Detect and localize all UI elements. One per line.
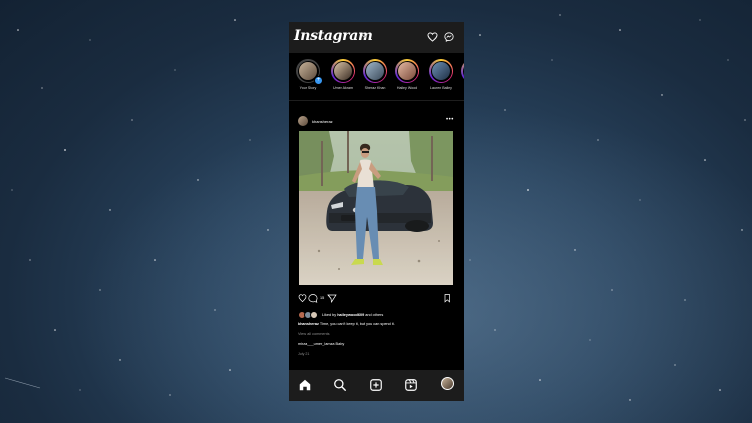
story-ring <box>461 59 464 83</box>
top-bar: Instagram <box>289 22 464 53</box>
caption-text: Time, you can't keep it, but you can spe… <box>319 322 395 326</box>
post-header: khansheraz <box>298 116 333 126</box>
avatar <box>366 62 384 80</box>
post-username[interactable]: khansheraz <box>312 119 333 124</box>
tagged-users[interactable]: mirza___umer_lamza Baby <box>298 342 344 346</box>
post-caption: khansheraz Time, you can't keep it, but … <box>298 322 395 326</box>
bottom-navigation <box>289 370 464 401</box>
story-lauren-bailey[interactable]: Lauren Bailey <box>426 59 456 90</box>
story-label: Lauren Bailey <box>430 86 452 90</box>
home-icon[interactable] <box>298 378 312 392</box>
liked-by-text: Liked by haileywood609 and others <box>322 313 383 317</box>
stories-tray[interactable]: + Your Story Umer Akram Sheraz Khan Hail… <box>289 59 464 99</box>
liked-by-prefix: Liked by <box>322 313 338 317</box>
more-options-icon[interactable]: ••• <box>446 117 454 123</box>
story-label: Hailey Wood <box>396 86 418 90</box>
story-label: Umer Akram <box>333 86 353 90</box>
avatar <box>310 311 318 319</box>
liked-by-suffix: and others <box>364 313 384 317</box>
avatar <box>398 62 416 80</box>
view-all-comments-link[interactable]: View all comments <box>298 332 330 336</box>
add-story-icon[interactable]: + <box>314 76 323 85</box>
story-ring <box>363 59 387 83</box>
story-ring <box>331 59 355 83</box>
story-hailey-wood[interactable]: Hailey Wood <box>392 59 422 90</box>
share-icon[interactable] <box>327 294 337 303</box>
story-label: Sheraz Khan <box>364 86 386 90</box>
like-heart-icon[interactable] <box>298 294 307 303</box>
avatar <box>432 62 450 80</box>
post-photo[interactable] <box>299 131 453 285</box>
bookmark-icon[interactable] <box>444 294 450 303</box>
liked-by-user[interactable]: haileywood609 <box>337 313 364 317</box>
story-your-story[interactable]: + Your Story <box>293 59 323 90</box>
profile-avatar[interactable] <box>441 377 454 390</box>
chevron-down-icon[interactable] <box>361 34 368 39</box>
story-partial[interactable] <box>458 59 464 83</box>
new-post-icon[interactable] <box>369 378 383 392</box>
story-label: Your Story <box>299 86 317 90</box>
heart-icon[interactable] <box>427 32 438 42</box>
avatar <box>334 62 352 80</box>
comment-icon[interactable] <box>308 294 318 303</box>
story-sheraz-khan[interactable]: Sheraz Khan <box>360 59 390 90</box>
divider <box>289 100 464 101</box>
liked-by-row[interactable]: Liked by haileywood609 and others <box>298 311 383 319</box>
caption-username[interactable]: khansheraz <box>298 322 319 326</box>
comment-count: 15 <box>320 296 325 300</box>
post-author-avatar[interactable] <box>298 116 308 126</box>
story-ring <box>429 59 453 83</box>
messenger-icon[interactable] <box>444 32 454 42</box>
reels-icon[interactable] <box>404 378 418 392</box>
instagram-app-screen: Instagram + Your Story Umer Akram Sheraz… <box>289 22 464 401</box>
story-umer-akram[interactable]: Umer Akram <box>328 59 358 90</box>
story-ring <box>395 59 419 83</box>
search-icon[interactable] <box>333 378 347 392</box>
post-date: July 21 <box>298 352 310 356</box>
